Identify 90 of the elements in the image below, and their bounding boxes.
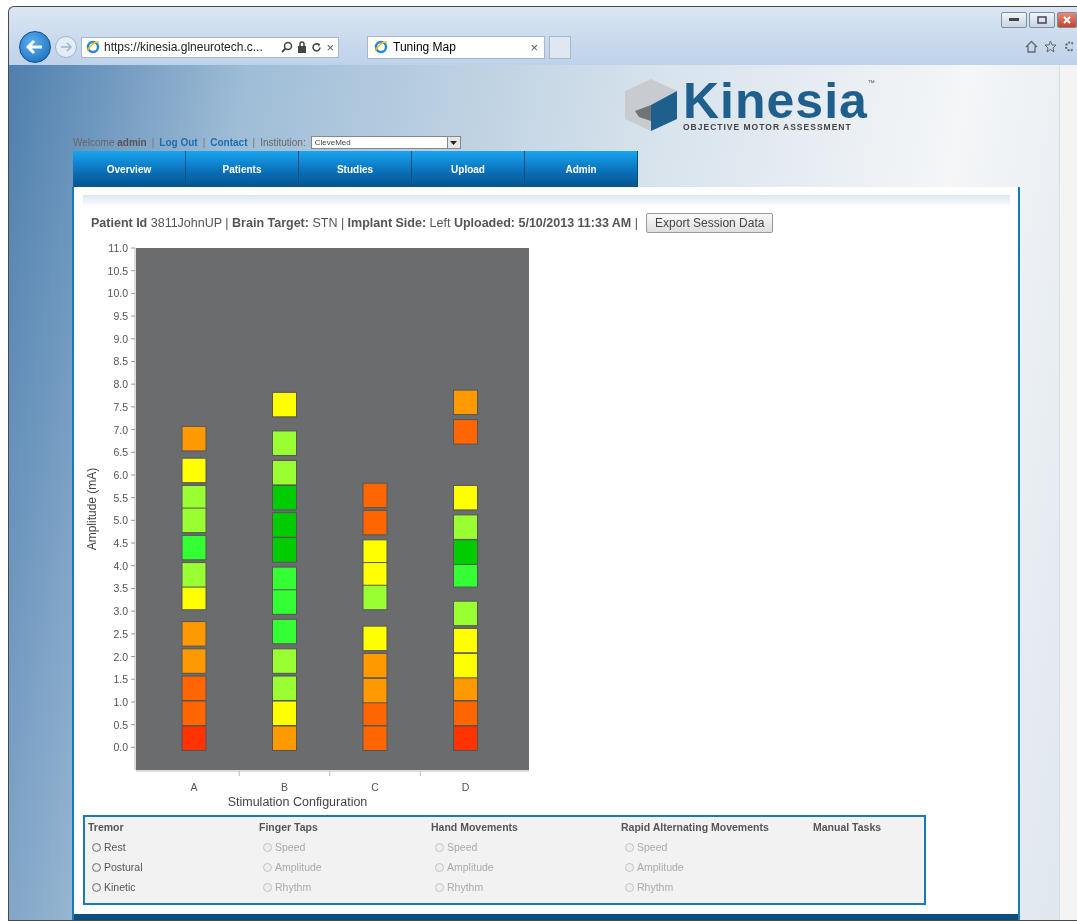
nav-tab[interactable]: Overview (73, 151, 186, 187)
group-title: Rapid Alternating Movements (621, 821, 770, 833)
browser-tab[interactable]: Tuning Map × (367, 35, 545, 59)
nav-tab[interactable]: Studies (299, 151, 412, 187)
y-tick-label: 6.0 (113, 468, 128, 481)
stop-button[interactable]: × (326, 39, 334, 55)
browser-logo-icon (374, 40, 388, 54)
y-tick-label: 9.0 (113, 332, 128, 345)
logo-wordmark: Kinesia (683, 78, 868, 124)
nav-tab[interactable]: Patients (186, 151, 299, 187)
option-label: Kinetic (104, 881, 136, 893)
option-label: Rhythm (637, 881, 674, 893)
lock-icon (297, 41, 308, 53)
option-label: Rest (104, 841, 126, 853)
institution-label: Institution: (260, 137, 306, 148)
option-label: Postural (104, 861, 143, 873)
minimize-icon (1009, 18, 1019, 22)
minimize-button[interactable] (1001, 12, 1027, 28)
x-tick-label: D (461, 781, 470, 793)
caret-icon (450, 140, 458, 145)
option-label: Rhythm (275, 881, 312, 893)
y-tick-label: 4.5 (113, 537, 128, 550)
close-icon (1063, 16, 1071, 24)
y-tick-label: 8.0 (113, 378, 128, 391)
nav-tab[interactable]: Upload (412, 151, 525, 187)
search-icon[interactable] (281, 41, 294, 53)
separator: | (252, 137, 256, 148)
settings-icon[interactable] (1063, 40, 1073, 53)
radio-button[interactable] (92, 842, 101, 852)
option-label: Amplitude (637, 861, 684, 873)
maximize-icon (1037, 16, 1047, 24)
y-tick-label: 3.5 (113, 582, 128, 595)
y-tick-label: 10.0 (107, 287, 128, 300)
back-arrow-icon (26, 39, 44, 55)
y-axis-title: Amplitude (mA) (85, 467, 99, 551)
welcome-text: Welcome admin (73, 137, 147, 148)
nav-tab[interactable]: Admin (525, 151, 638, 187)
home-icon[interactable] (1025, 40, 1038, 53)
y-tick-label: 8.5 (113, 355, 128, 368)
option-label: Speed (447, 841, 478, 853)
option-label: Amplitude (447, 861, 494, 873)
y-tick-label: 7.0 (113, 423, 128, 436)
y-tick-label: 2.0 (113, 650, 128, 663)
radio-button[interactable] (92, 882, 101, 892)
x-tick-label: C (371, 781, 379, 793)
y-tick-label: 6.5 (113, 446, 128, 459)
x-axis-title: Stimulation Configuration (227, 795, 368, 809)
separator: | (202, 137, 206, 148)
session-info: Patient Id 3811JohnUP | Brain Target: STN | Implant Side: Left Uploaded: 5/10/2013 11:33 AM | (91, 216, 639, 230)
back-button[interactable] (19, 31, 51, 63)
y-tick-label: 3.0 (113, 605, 128, 618)
separator: | (151, 137, 155, 148)
x-tick-label: B (281, 781, 288, 793)
forward-arrow-icon (60, 42, 72, 52)
y-tick-label: 4.0 (113, 559, 128, 572)
y-tick-label: 5.5 (113, 491, 128, 504)
y-tick-label: 0.5 (113, 718, 128, 731)
address-bar[interactable]: https://kinesia.glneurotech.c... × (81, 36, 339, 58)
group-title: Tremor (88, 821, 125, 833)
scrollbar[interactable] (1059, 65, 1077, 920)
x-tick-label: A (190, 781, 198, 793)
y-tick-label: 10.5 (107, 264, 128, 277)
y-tick-label: 5.0 (113, 514, 128, 527)
logo-tagline: OBJECTIVE MOTOR ASSESSMENT (683, 122, 853, 132)
y-tick-label: 1.0 (113, 695, 128, 708)
option-label: Amplitude (275, 861, 322, 873)
header-link[interactable]: Contact (210, 137, 248, 148)
institution-dropdown[interactable]: CleveMed (310, 136, 461, 149)
y-tick-label: 1.5 (113, 673, 128, 686)
option-label: Speed (275, 841, 306, 853)
export-button[interactable]: Export Session Data (646, 213, 774, 233)
forward-button[interactable] (55, 36, 77, 58)
close-button[interactable] (1057, 12, 1077, 28)
maximize-button[interactable] (1029, 12, 1055, 28)
y-tick-label: 9.5 (113, 310, 128, 323)
group-title: Finger Taps (259, 821, 319, 833)
refresh-icon[interactable] (311, 41, 323, 53)
browser-logo-icon (86, 40, 100, 54)
group-title: Hand Movements (431, 821, 519, 833)
radio-button[interactable] (92, 862, 101, 872)
y-tick-label: 7.5 (113, 400, 128, 413)
y-tick-label: 2.5 (113, 627, 128, 640)
group-title: Manual Tasks (813, 821, 883, 833)
option-label: Rhythm (447, 881, 484, 893)
new-tab-button[interactable] (549, 35, 571, 59)
star-icon[interactable] (1044, 40, 1057, 53)
close-tab-button[interactable]: × (530, 39, 538, 55)
option-label: Speed (637, 841, 668, 853)
y-tick-label: 11.0 (108, 242, 128, 254)
y-tick-label: 0.0 (113, 741, 128, 754)
